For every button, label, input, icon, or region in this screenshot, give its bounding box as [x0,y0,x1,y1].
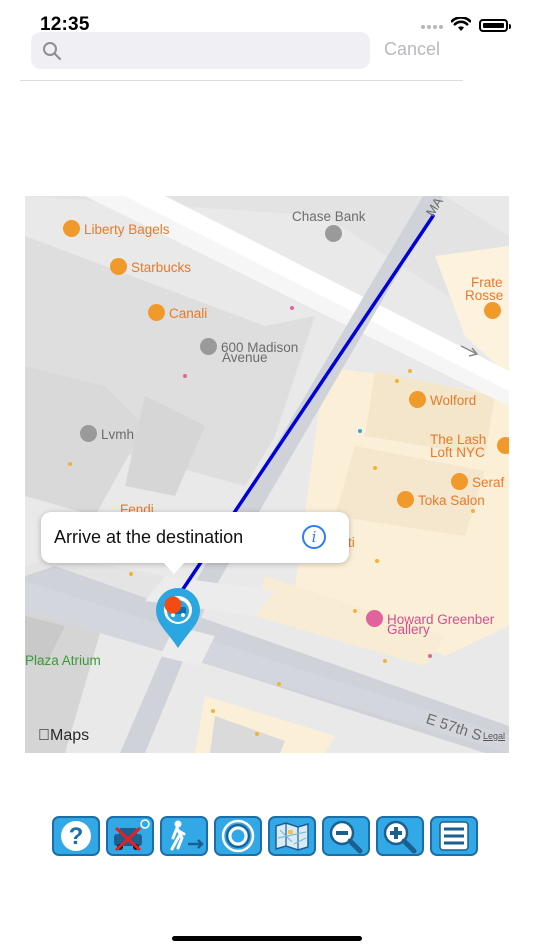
poi-frate-line2: Rosse [465,288,504,303]
poi-howard-greenberg[interactable]: Howard Greenber [366,610,494,627]
magnifier-plus-icon [383,820,417,854]
map-canvas [25,196,509,753]
wifi-icon [451,17,471,31]
maps-logo: Maps [38,727,89,744]
poi-the-lash-line2: Loft NYC [430,445,485,460]
gallery-icon [366,610,383,627]
restaurant-icon [484,302,501,319]
poi-wolford[interactable]: Wolford [409,391,476,408]
walk-route-button[interactable] [160,816,208,856]
coffee-cup-icon [110,258,127,275]
info-button[interactable]: i [302,525,326,549]
poi-fragment: ti [348,535,355,550]
poi-seraf[interactable]: Seraf [451,473,504,490]
zoom-out-button[interactable] [322,816,370,856]
cancel-button[interactable]: Cancel [384,39,440,60]
poi-liberty-bagels[interactable]: Liberty Bagels [63,220,170,237]
shirt-icon [148,304,165,321]
svg-text:?: ? [69,823,84,850]
menu-button[interactable] [430,816,478,856]
help-button[interactable]: ? [52,816,100,856]
poi-starbucks[interactable]: Starbucks [110,258,191,275]
home-indicator[interactable] [172,936,362,941]
scissors-icon [451,473,468,490]
search-bar[interactable] [31,32,370,69]
locate-button[interactable] [214,816,262,856]
coffee-cup-icon [63,220,80,237]
walking-person-icon [170,820,204,851]
destination-callout[interactable]: Arrive at the destination i [41,512,349,574]
bank-icon [325,225,342,242]
shirt-icon [409,391,426,408]
magnifier-minus-icon [329,820,363,854]
poi-plaza-atrium[interactable]: Plaza Atrium [25,654,101,668]
poi-howard-greenberg-line2: Gallery [387,622,430,637]
search-input[interactable] [71,32,361,69]
map-view-button[interactable] [268,816,316,856]
map-view[interactable]: Liberty Bagels Starbucks Canali Chase Ba… [25,196,509,753]
status-bar: 12:35 [0,0,534,36]
poi-toka-salon[interactable]: Toka Salon [397,491,485,508]
target-rings-icon [221,819,255,853]
building-icon [200,338,217,355]
legal-link[interactable]: Legal [483,731,505,741]
zoom-in-button[interactable] [376,816,424,856]
folded-map-icon [275,822,309,851]
bottom-toolbar: ? [52,816,484,858]
list-icon [439,821,469,851]
poi-lvmh[interactable]: Lvmh [80,425,134,442]
no-parking-button[interactable] [106,816,154,856]
callout-text: Arrive at the destination [54,527,244,547]
battery-icon [479,19,511,32]
search-icon [43,42,62,61]
search-divider [20,80,463,81]
car-cross-icon [114,819,150,852]
cellular-signal-icon [421,25,445,29]
scissors-icon [497,437,509,454]
poi-chase-bank[interactable]: Chase Bank [292,210,366,224]
scissors-icon [397,491,414,508]
building-icon [80,425,97,442]
poi-canali[interactable]: Canali [148,304,207,321]
poi-600-madison-line2: Avenue [222,350,268,365]
question-icon: ? [61,821,91,851]
apple-logo-icon:  [38,727,50,744]
